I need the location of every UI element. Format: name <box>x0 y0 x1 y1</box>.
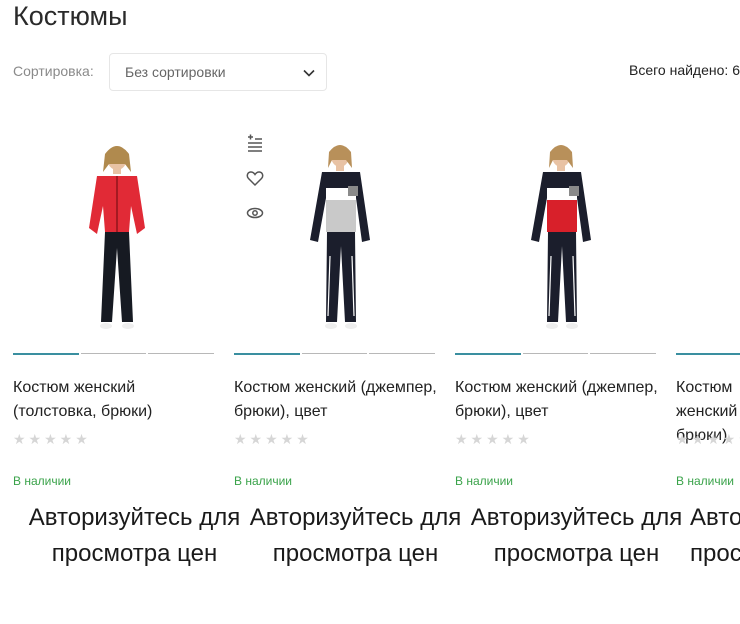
found-count: Всего найдено: 6 <box>629 62 740 78</box>
chevron-down-icon <box>303 69 315 77</box>
product-card[interactable]: Костюм женский (толстовка, брюки) ★★★★★ … <box>13 118 240 618</box>
stock-status: В наличии <box>676 474 735 488</box>
sort-select[interactable]: Без сортировки <box>109 53 327 91</box>
sort-label: Сортировка: <box>13 63 94 79</box>
product-image[interactable] <box>491 136 626 337</box>
product-card[interactable]: Костюм женский (джемпер, брюки), цвет ★★… <box>234 118 461 618</box>
product-name[interactable]: Костюм женский (толстовка, брюки) <box>13 376 223 424</box>
pagination-dot[interactable] <box>676 353 740 355</box>
price-login-note[interactable]: Авторизуйтесь для просмотра цен <box>13 500 256 572</box>
pagination-dot[interactable] <box>13 353 79 355</box>
page-title: Костюмы <box>13 1 128 31</box>
card-actions <box>246 134 266 239</box>
pagination-dot[interactable] <box>148 353 215 354</box>
image-pagination <box>234 353 436 355</box>
pagination-dot[interactable] <box>369 353 436 354</box>
pagination-dot[interactable] <box>455 353 521 355</box>
product-card[interactable]: Костюм женский брюки), ★★★★★ В наличии А… <box>676 118 740 618</box>
pagination-dot[interactable] <box>522 353 589 354</box>
compare-icon[interactable] <box>246 134 264 152</box>
found-label: Всего найдено: <box>629 62 729 78</box>
price-login-note[interactable]: Авторизуйтесь для просмотра цен <box>234 500 477 572</box>
sort-select-value: Без сортировки <box>125 64 226 80</box>
product-name[interactable]: Костюм женский (джемпер, брюки), цвет <box>234 376 444 424</box>
image-pagination <box>676 353 740 355</box>
rating-stars: ★★★★★ <box>13 431 91 447</box>
image-pagination <box>13 353 215 355</box>
pagination-dot[interactable] <box>234 353 300 355</box>
pagination-dot[interactable] <box>80 353 147 354</box>
found-number: 6 <box>732 62 740 78</box>
price-login-note[interactable]: Авторизуйтесь для просмотра цен <box>455 500 698 572</box>
heart-icon[interactable] <box>246 169 264 187</box>
rating-stars: ★★★★★ <box>676 431 740 447</box>
pagination-dot[interactable] <box>301 353 368 354</box>
rating-stars: ★★★★★ <box>455 431 533 447</box>
stock-status: В наличии <box>234 474 293 488</box>
price-login-note[interactable]: Авторизуйтесь для просмотра цен <box>690 500 740 572</box>
product-image[interactable] <box>49 136 184 337</box>
stock-status: В наличии <box>13 474 72 488</box>
pagination-dot[interactable] <box>590 353 657 354</box>
product-card[interactable]: Костюм женский (джемпер, брюки), цвет ★★… <box>455 118 682 618</box>
stock-status: В наличии <box>455 474 514 488</box>
eye-icon[interactable] <box>246 204 264 222</box>
rating-stars: ★★★★★ <box>234 431 312 447</box>
product-name[interactable]: Костюм женский (джемпер, брюки), цвет <box>455 376 665 424</box>
image-pagination <box>455 353 657 355</box>
product-image[interactable] <box>270 136 405 337</box>
